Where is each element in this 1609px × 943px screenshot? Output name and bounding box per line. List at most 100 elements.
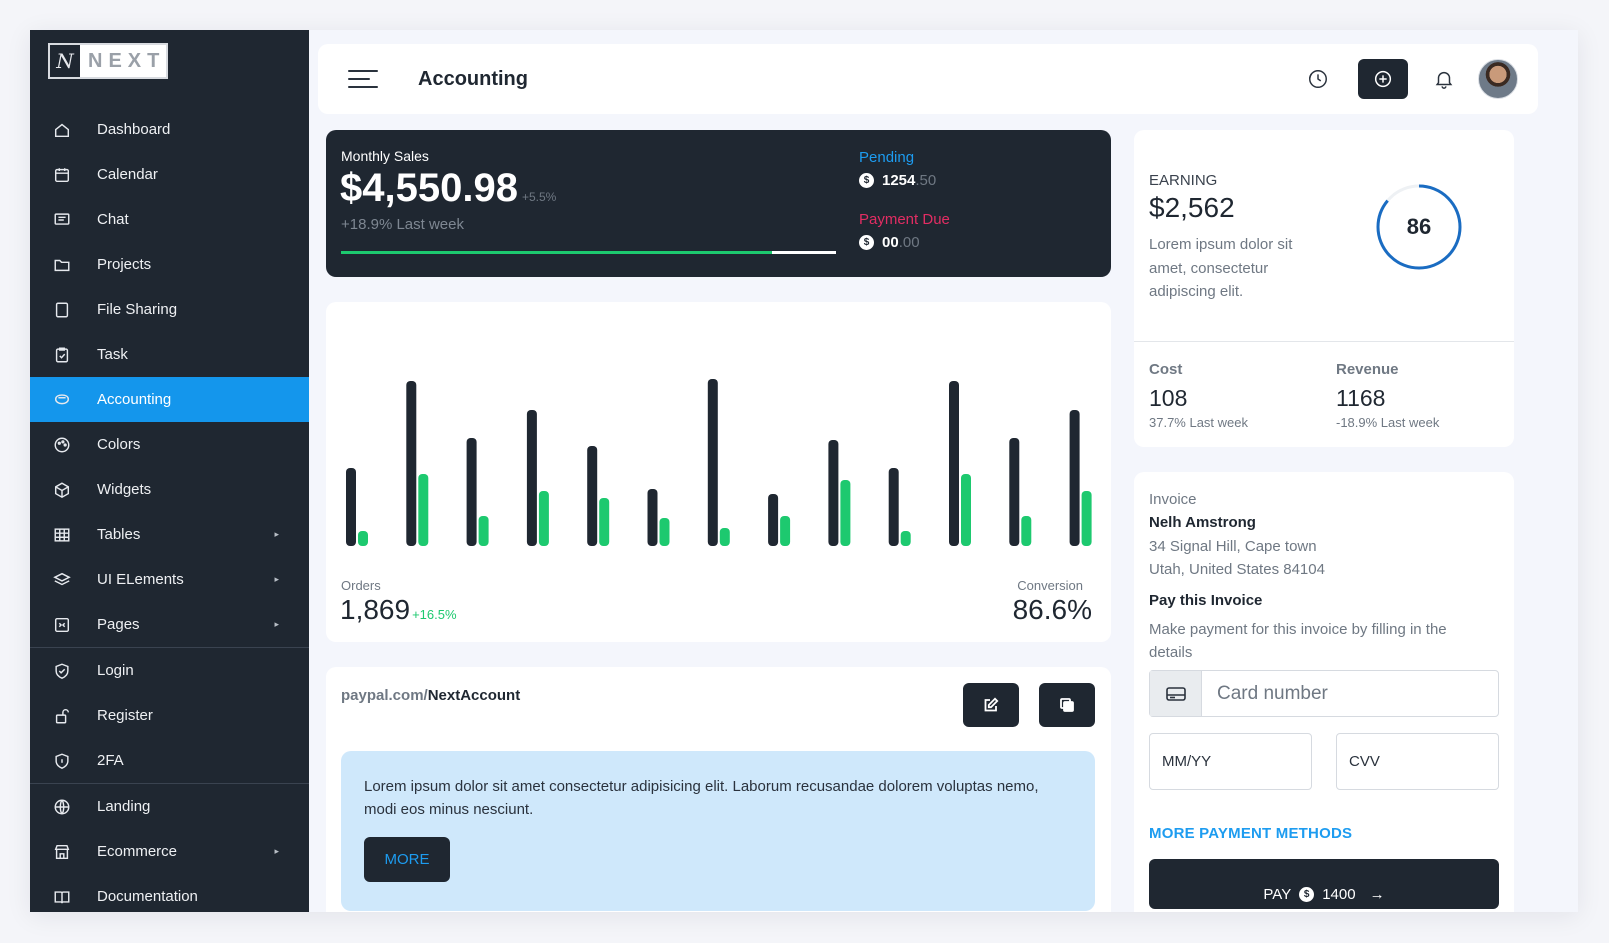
coin-icon: $ bbox=[859, 173, 874, 188]
sidebar-item-dashboard[interactable]: Dashboard bbox=[30, 107, 309, 152]
invoice-card: Invoice Nelh Amstrong 34 Signal Hill, Ca… bbox=[1134, 472, 1514, 912]
sidebar-item-widgets[interactable]: Widgets bbox=[30, 467, 309, 512]
bar-series2-3 bbox=[478, 516, 489, 546]
bell-icon[interactable] bbox=[1424, 59, 1464, 99]
brand-logo[interactable]: N NEXT bbox=[48, 43, 168, 79]
invoice-name: Nelh Amstrong bbox=[1149, 514, 1256, 531]
pending-main: 1254 bbox=[882, 172, 916, 189]
app-window: N NEXT Dashboard Calendar Chat Projects File… bbox=[30, 30, 1578, 912]
user-avatar[interactable] bbox=[1478, 59, 1518, 99]
orders-delta: +16.5% bbox=[412, 607, 457, 622]
cost-change: 37.7% Last week bbox=[1149, 415, 1249, 430]
sidebar-item-2fa[interactable]: 2FA bbox=[30, 738, 309, 783]
hamburger-icon[interactable] bbox=[348, 70, 378, 88]
earning-description: Lorem ipsum dolor sit amet, consectetur … bbox=[1149, 236, 1293, 300]
bar-series1-5 bbox=[587, 446, 598, 546]
sidebar-item-accounting[interactable]: Accounting bbox=[30, 377, 309, 422]
sidebar-item-projects[interactable]: Projects bbox=[30, 242, 309, 287]
divider bbox=[1134, 341, 1514, 342]
sidebar-item-label: 2FA bbox=[97, 752, 124, 769]
bar-series1-8 bbox=[768, 494, 779, 546]
more-button[interactable]: MORE bbox=[364, 837, 450, 882]
card-number-input[interactable] bbox=[1202, 671, 1498, 716]
pay-button[interactable]: PAY $ 1400 → bbox=[1149, 859, 1499, 909]
chevron-right-icon: ▸ bbox=[274, 529, 279, 539]
folder-icon bbox=[52, 255, 72, 275]
globe-icon bbox=[52, 797, 72, 817]
sidebar-item-landing[interactable]: Landing bbox=[30, 784, 309, 829]
clipboard-icon bbox=[52, 345, 72, 365]
revenue-value: 1168 bbox=[1336, 385, 1386, 411]
shield-lock-icon bbox=[52, 751, 72, 771]
piggy-bank-icon bbox=[52, 390, 72, 410]
shield-icon bbox=[52, 661, 72, 681]
sidebar-item-label: Tables bbox=[97, 526, 141, 543]
sales-week: +18.9% Last week bbox=[341, 216, 464, 233]
invoice-label: Invoice bbox=[1149, 491, 1197, 508]
sidebar-item-label: Ecommerce bbox=[97, 843, 178, 860]
add-button[interactable] bbox=[1358, 59, 1408, 99]
bar-series1-7 bbox=[707, 379, 718, 546]
sidebar-item-label: Dashboard bbox=[97, 121, 171, 138]
pay-label: PAY bbox=[1263, 885, 1292, 903]
sidebar-item-ui-elements[interactable]: UI ELements ▸ bbox=[30, 557, 309, 602]
sidebar-item-label: Register bbox=[97, 707, 153, 724]
sidebar-item-task[interactable]: Task bbox=[30, 332, 309, 377]
sidebar-nav: Dashboard Calendar Chat Projects File Sharin… bbox=[30, 107, 309, 912]
earning-value: $2,562 bbox=[1149, 192, 1235, 223]
paypal-link[interactable]: paypal.com/NextAccount bbox=[341, 687, 520, 704]
pending-value: $ 1254.50 bbox=[859, 172, 936, 189]
earning-card: EARNING $2,562 Lorem ipsum dolor sit ame… bbox=[1134, 130, 1514, 447]
sidebar-item-label: Accounting bbox=[97, 391, 172, 408]
sidebar-item-file-sharing[interactable]: File Sharing bbox=[30, 287, 309, 332]
sidebar-item-label: Chat bbox=[97, 211, 129, 228]
cvv-input[interactable] bbox=[1336, 733, 1499, 790]
plus-circle-icon bbox=[1374, 70, 1392, 88]
copy-button[interactable] bbox=[1039, 683, 1095, 727]
pending-decimal: .50 bbox=[915, 172, 937, 189]
sidebar-item-label: Landing bbox=[97, 798, 151, 815]
bar-series1-11 bbox=[949, 381, 959, 546]
copy-icon bbox=[1060, 698, 1074, 712]
expiry-input[interactable] bbox=[1149, 733, 1312, 790]
book-icon bbox=[52, 887, 72, 907]
note-text: Lorem ipsum dolor sit amet consectetur a… bbox=[364, 778, 1039, 818]
bar-series1-10 bbox=[888, 468, 899, 546]
due-decimal: .00 bbox=[898, 234, 920, 251]
sidebar-item-tables[interactable]: Tables ▸ bbox=[30, 512, 309, 557]
pages-icon bbox=[52, 615, 72, 635]
chat-icon bbox=[52, 210, 72, 230]
table-icon bbox=[52, 525, 72, 545]
chevron-right-icon: ▸ bbox=[274, 846, 279, 856]
conversion-label: Conversion bbox=[1017, 578, 1083, 593]
bar-series2-5 bbox=[599, 498, 610, 546]
orders-number: 1,869 bbox=[340, 594, 411, 625]
bar-series1-9 bbox=[828, 440, 839, 546]
sidebar-item-calendar[interactable]: Calendar bbox=[30, 152, 309, 197]
paypal-card: paypal.com/NextAccount Lorem ipsum dolor… bbox=[326, 667, 1111, 912]
bar-series2-8 bbox=[780, 516, 791, 546]
sidebar-item-colors[interactable]: Colors bbox=[30, 422, 309, 467]
gauge-value: 86 bbox=[1406, 214, 1432, 239]
sidebar-item-register[interactable]: Register bbox=[30, 693, 309, 738]
sidebar-item-pages[interactable]: Pages ▸ bbox=[30, 602, 309, 647]
edit-button[interactable] bbox=[963, 683, 1019, 727]
revenue-change: -18.9% Last week bbox=[1336, 415, 1440, 430]
edit-icon bbox=[984, 697, 999, 712]
sidebar-item-documentation[interactable]: Documentation bbox=[30, 874, 309, 912]
layers-icon bbox=[52, 570, 72, 590]
palette-icon bbox=[52, 435, 72, 455]
sales-amount: $4,550.98 +5.5% bbox=[340, 166, 556, 211]
arrow-right-icon: → bbox=[1369, 885, 1385, 903]
sidebar-item-login[interactable]: Login bbox=[30, 648, 309, 693]
bar-series2-2 bbox=[418, 474, 429, 546]
sales-label: Monthly Sales bbox=[341, 148, 429, 164]
sales-delta: +5.5% bbox=[521, 190, 557, 204]
clock-icon[interactable] bbox=[1298, 59, 1338, 99]
bar-series1-1 bbox=[346, 468, 356, 546]
more-payment-methods-link[interactable]: MORE PAYMENT METHODS bbox=[1149, 825, 1352, 842]
sidebar-item-ecommerce[interactable]: Ecommerce ▸ bbox=[30, 829, 309, 874]
sales-progress-bar bbox=[341, 251, 836, 254]
sidebar-item-chat[interactable]: Chat bbox=[30, 197, 309, 242]
orders-label: Orders bbox=[341, 578, 381, 593]
